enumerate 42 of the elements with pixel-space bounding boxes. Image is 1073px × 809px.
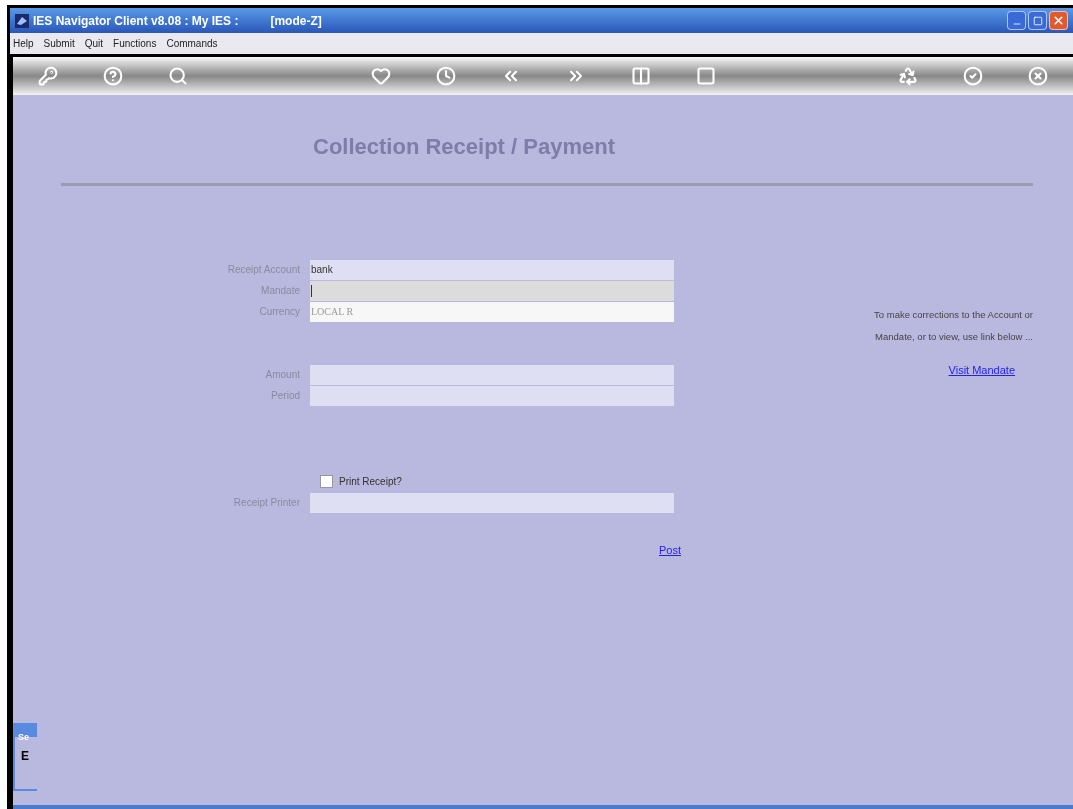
app-icon (15, 13, 29, 28)
post-link[interactable]: Post (659, 542, 681, 559)
text-field[interactable] (310, 364, 674, 385)
checkbox[interactable] (320, 474, 333, 488)
menu-item[interactable]: Submit (43, 36, 75, 51)
mode-label: [mode-Z] (270, 12, 322, 30)
menu-item[interactable]: Quit (84, 36, 104, 51)
checkbox-label: Print Receipt? (339, 474, 402, 489)
text-field[interactable] (310, 280, 674, 301)
menu-item[interactable]: Functions (113, 36, 157, 51)
minimize-button[interactable] (1007, 11, 1026, 30)
page-title: Collection Receipt / Payment (313, 133, 616, 161)
heart-icon[interactable] (370, 66, 391, 86)
close-circle-icon[interactable] (1028, 66, 1048, 86)
field-label: Mandate (260, 284, 301, 298)
check-icon[interactable] (963, 66, 983, 86)
help-icon[interactable] (103, 66, 123, 86)
text-field[interactable] (310, 492, 674, 513)
menu-item[interactable]: Commands (166, 36, 218, 51)
key-icon[interactable] (38, 66, 58, 86)
clock-icon[interactable] (435, 66, 456, 86)
field-label: Receipt Account (226, 263, 301, 277)
panel-text: E (21, 748, 30, 765)
square-icon[interactable] (695, 66, 716, 86)
field-label: Amount (264, 368, 301, 382)
maximize-icon (1032, 15, 1043, 26)
text-field[interactable] (310, 385, 674, 406)
search-icon[interactable] (168, 66, 188, 86)
close-button[interactable] (1049, 11, 1068, 30)
field-label: Period (270, 389, 301, 403)
maximize-button[interactable] (1028, 11, 1047, 30)
columns-icon[interactable] (630, 66, 651, 86)
help-text: Mandate, or to view, use link below ... (875, 330, 1033, 344)
field-label: Receipt Printer (232, 496, 301, 510)
menu-item[interactable]: Help (13, 36, 34, 51)
close-icon (1052, 14, 1065, 27)
recycle-icon[interactable] (898, 66, 918, 86)
field-label: Currency (258, 305, 301, 319)
help-text: To make corrections to the Account or (874, 308, 1033, 322)
text-field[interactable]: bank (310, 259, 674, 280)
visit-mandate-link[interactable]: Visit Mandate (948, 362, 1015, 379)
window-title: IES Navigator Client v8.08 : My IES : (33, 12, 239, 30)
